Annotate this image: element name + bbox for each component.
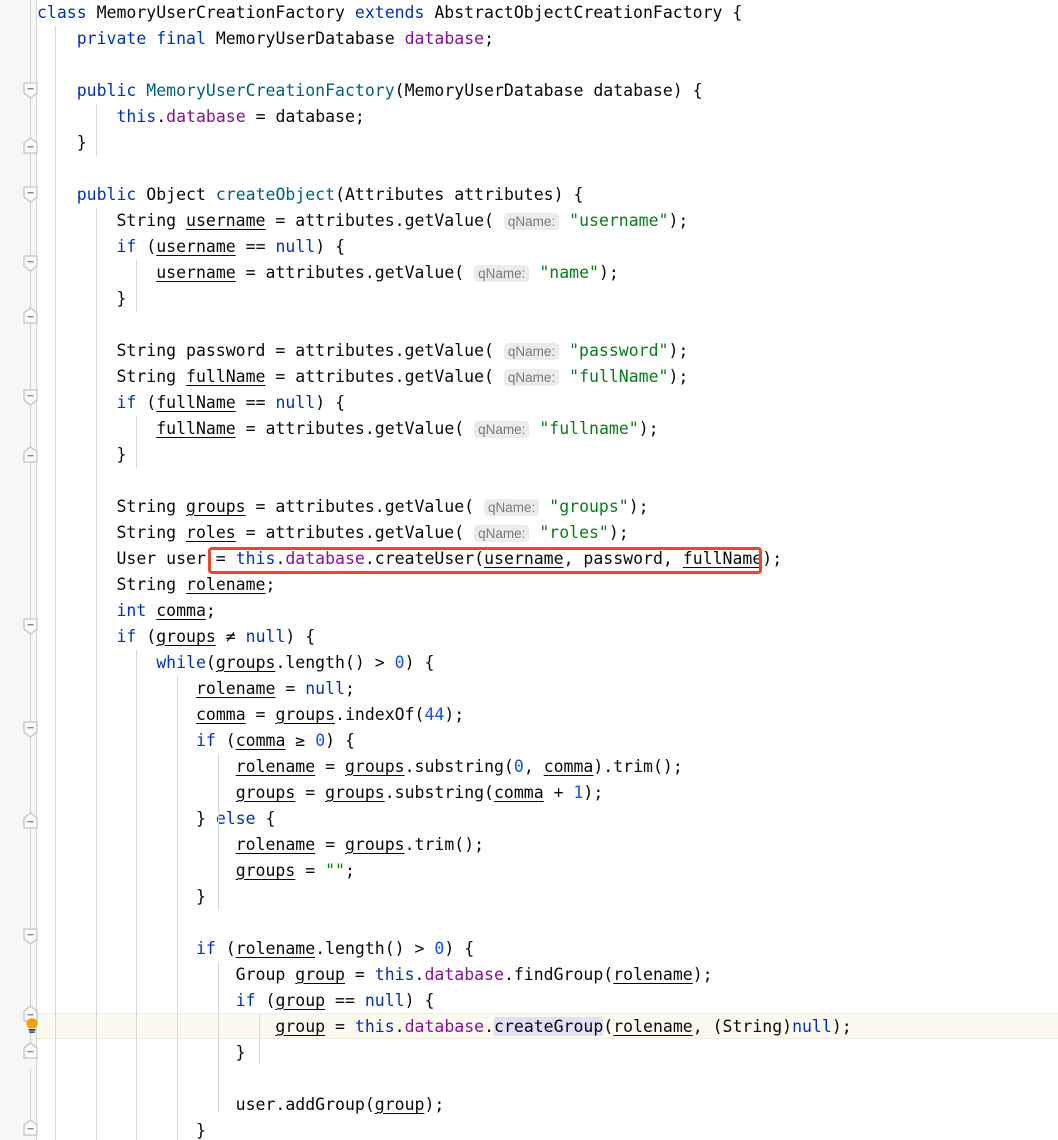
code-line[interactable]: user.addGroup(group);: [37, 1092, 445, 1118]
indent-guide: [96, 208, 97, 1140]
code-line[interactable]: rolename = groups.trim();: [37, 832, 484, 858]
code-line[interactable]: public MemoryUserCreationFactory(MemoryU…: [37, 78, 703, 104]
fold-spine: [30, 635, 31, 721]
fold-spine: [30, 0, 31, 82]
fold-spine: [30, 1069, 31, 1119]
fold-end-icon[interactable]: [23, 446, 38, 463]
inlay-hint: qName:: [503, 213, 560, 230]
indent-guide: [259, 1014, 260, 1064]
code-line[interactable]: public Object createObject(Attributes at…: [37, 182, 584, 208]
indent-guide: [218, 754, 219, 832]
code-line[interactable]: } else {: [37, 806, 276, 832]
fold-start-icon[interactable]: [23, 389, 38, 406]
code-line[interactable]: private final MemoryUserDatabase databas…: [37, 26, 494, 52]
indent-guide: [177, 676, 178, 1140]
code-line[interactable]: String groups = attributes.getValue( qNa…: [37, 494, 649, 520]
fold-start-icon[interactable]: [23, 186, 38, 203]
code-line[interactable]: group = this.database.createGroup(rolena…: [37, 1014, 852, 1040]
fold-spine: [30, 203, 31, 389]
code-line[interactable]: username = attributes.getValue( qName: "…: [37, 260, 619, 286]
code-line[interactable]: String rolename;: [37, 572, 275, 598]
code-line[interactable]: String password = attributes.getValue( q…: [37, 338, 688, 364]
indent-guide: [55, 26, 56, 1140]
code-line[interactable]: int comma;: [37, 598, 215, 624]
code-text-area[interactable]: class MemoryUserCreationFactory extends …: [37, 0, 1058, 1140]
inlay-hint: qName:: [503, 343, 560, 360]
code-line[interactable]: if (fullName == null) {: [37, 390, 345, 416]
fold-spine: [30, 154, 31, 186]
code-line[interactable]: groups = groups.substring(comma + 1);: [37, 780, 604, 806]
code-line[interactable]: String fullName = attributes.getValue( q…: [37, 364, 688, 390]
code-line[interactable]: if (username == null) {: [37, 234, 345, 260]
code-line[interactable]: groups = "";: [37, 858, 355, 884]
code-line[interactable]: this.database = database;: [37, 104, 364, 130]
code-line[interactable]: if (rolename.length() > 0) {: [37, 936, 474, 962]
code-line[interactable]: }: [37, 884, 206, 910]
fold-start-icon[interactable]: [23, 928, 38, 945]
indent-guide: [218, 962, 219, 1112]
code-line[interactable]: String username = attributes.getValue( q…: [37, 208, 688, 234]
inlay-hint: qName:: [474, 265, 530, 282]
code-line[interactable]: }: [37, 130, 87, 156]
code-line[interactable]: }: [37, 286, 126, 312]
fold-end-icon[interactable]: [23, 307, 38, 324]
code-line[interactable]: }: [37, 1118, 206, 1140]
fold-spine: [30, 406, 31, 618]
code-line[interactable]: comma = groups.indexOf(44);: [37, 702, 464, 728]
code-line[interactable]: String roles = attributes.getValue( qNam…: [37, 520, 629, 546]
fold-end-icon[interactable]: [23, 812, 38, 829]
editor-gutter[interactable]: [0, 0, 37, 1140]
inlay-hint: qName:: [474, 525, 530, 542]
fold-start-icon[interactable]: [23, 618, 38, 635]
code-line[interactable]: }: [37, 1040, 246, 1066]
indent-guide: [218, 832, 219, 910]
code-line[interactable]: fullName = attributes.getValue( qName: "…: [37, 416, 659, 442]
fold-spine: [30, 99, 31, 137]
code-line[interactable]: rolename = null;: [37, 676, 355, 702]
code-line[interactable]: }: [37, 442, 126, 468]
fold-end-icon[interactable]: [23, 1042, 38, 1059]
code-editor[interactable]: class MemoryUserCreationFactory extends …: [0, 0, 1058, 1140]
indent-guide: [136, 260, 137, 312]
inlay-hint: qName:: [503, 369, 560, 386]
indent-guide: [136, 650, 137, 1140]
inlay-hint: qName:: [484, 499, 540, 516]
inlay-hint: qName:: [474, 421, 530, 438]
intention-bulb-icon[interactable]: [22, 1016, 42, 1036]
fold-start-icon[interactable]: [23, 255, 38, 272]
code-line[interactable]: rolename = groups.substring(0, comma).tr…: [37, 754, 683, 780]
fold-end-icon[interactable]: [23, 137, 38, 154]
fold-end-icon[interactable]: [23, 1119, 38, 1136]
fold-spine: [30, 738, 31, 928]
indent-guide: [136, 416, 137, 468]
indent-guide: [96, 104, 97, 156]
fold-start-icon[interactable]: [23, 82, 38, 99]
code-line[interactable]: if (comma ≥ 0) {: [37, 728, 355, 754]
fold-spine: [30, 945, 31, 1005]
code-line[interactable]: class MemoryUserCreationFactory extends …: [37, 0, 742, 26]
code-line[interactable]: User user = this.database.createUser(use…: [37, 546, 782, 572]
code-line[interactable]: if (groups ≠ null) {: [37, 624, 315, 650]
code-line[interactable]: Group group = this.database.findGroup(ro…: [37, 962, 713, 988]
fold-start-icon[interactable]: [23, 721, 38, 738]
